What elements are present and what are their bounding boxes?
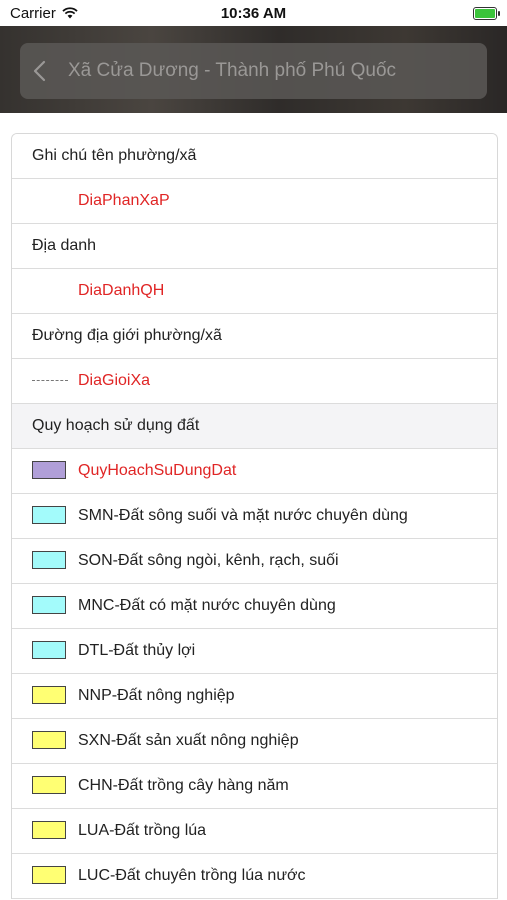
color-swatch-icon — [32, 866, 66, 884]
legend-item: NNP-Đất nông nghiệp — [12, 674, 497, 719]
back-chevron-icon[interactable] — [32, 59, 48, 88]
color-swatch-icon — [32, 551, 66, 569]
section-title: Quy hoạch sử dụng đất — [32, 417, 200, 434]
legend-section-header: Địa danh — [12, 224, 497, 269]
color-swatch-icon — [32, 641, 66, 659]
legend-item: QuyHoachSuDungDat — [12, 449, 497, 494]
dashed-boundary-icon — [32, 380, 68, 381]
legend-item: MNC-Đất có mặt nước chuyên dùng — [12, 584, 497, 629]
legend-item: LUC-Đất chuyên trồng lúa nước — [12, 854, 497, 899]
title-search-bar[interactable]: Xã Cửa Dương - Thành phố Phú Quốc — [20, 43, 487, 99]
battery-icon — [473, 7, 500, 20]
legend-item-label: SXN-Đất sản xuất nông nghiệp — [78, 732, 299, 749]
legend-item: DTL-Đất thủy lợi — [12, 629, 497, 674]
legend-item-label: NNP-Đất nông nghiệp — [78, 687, 235, 704]
legend-item-label: DiaDanhQH — [78, 282, 165, 299]
legend-item-label: LUC-Đất chuyên trồng lúa nước — [78, 867, 306, 884]
header-title: Xã Cửa Dương - Thành phố Phú Quốc — [68, 60, 397, 81]
section-title: Đường địa giới phường/xã — [32, 327, 222, 344]
legend-item-label: CHN-Đất trồng cây hàng năm — [78, 777, 289, 794]
legend-item-label: QuyHoachSuDungDat — [78, 462, 237, 479]
legend-item: DiaPhanXaP — [12, 179, 497, 224]
legend-item-label: LUA-Đất trồng lúa — [78, 822, 207, 839]
legend-section-header: Đường địa giới phường/xã — [12, 314, 497, 359]
legend-item: LUA-Đất trồng lúa — [12, 809, 497, 854]
legend-item-label: DiaGioiXa — [78, 372, 151, 389]
color-swatch-icon — [32, 686, 66, 704]
legend-item-label: SON-Đất sông ngòi, kênh, rạch, suối — [78, 552, 339, 569]
legend-section-header: Ghi chú tên phường/xã — [12, 134, 497, 179]
color-swatch-icon — [32, 506, 66, 524]
section-title: Địa danh — [32, 237, 97, 254]
color-swatch-icon — [32, 821, 66, 839]
legend-item-label: DiaPhanXaP — [78, 192, 170, 209]
header-bar: Xã Cửa Dương - Thành phố Phú Quốc — [0, 26, 507, 113]
status-bar: Carrier 10:36 AM — [0, 0, 507, 26]
section-title: Ghi chú tên phường/xã — [32, 147, 197, 164]
legend-item-label: DTL-Đất thủy lợi — [78, 642, 196, 659]
color-swatch-icon — [32, 776, 66, 794]
clock-time: 10:36 AM — [220, 5, 287, 22]
legend-section-header: Quy hoạch sử dụng đất — [12, 404, 497, 449]
legend-item-label: MNC-Đất có mặt nước chuyên dùng — [78, 597, 336, 614]
legend-item: SON-Đất sông ngòi, kênh, rạch, suối — [12, 539, 497, 584]
legend-item: CHN-Đất trồng cây hàng năm — [12, 764, 497, 809]
color-swatch-icon — [32, 731, 66, 749]
legend-item-label: SMN-Đất sông suối và mặt nước chuyên dùn… — [78, 507, 408, 524]
legend-item: DiaGioiXa — [12, 359, 497, 404]
legend-item: SXN-Đất sản xuất nông nghiệp — [12, 719, 497, 764]
legend-item: SMN-Đất sông suối và mặt nước chuyên dùn… — [12, 494, 497, 539]
legend-item: DiaDanhQH — [12, 269, 497, 314]
color-swatch-icon — [32, 596, 66, 614]
legend-list: Ghi chú tên phường/xã DiaPhanXaP Địa dan… — [11, 133, 498, 899]
color-swatch-icon — [32, 461, 66, 479]
